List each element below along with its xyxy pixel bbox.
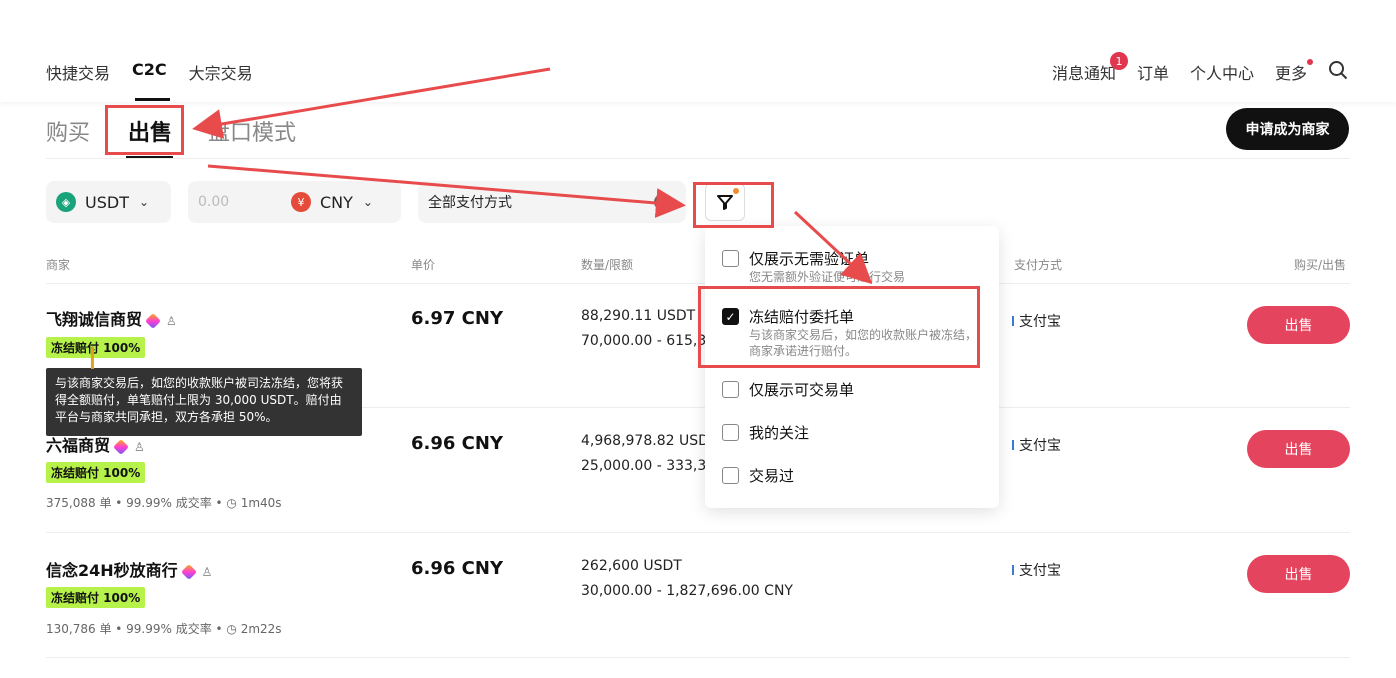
arrow-to-sell-tab xyxy=(192,67,551,139)
annotation-arrows xyxy=(192,67,873,285)
arrow-to-filter xyxy=(207,164,686,218)
arrow-to-freeze-option xyxy=(793,210,873,285)
